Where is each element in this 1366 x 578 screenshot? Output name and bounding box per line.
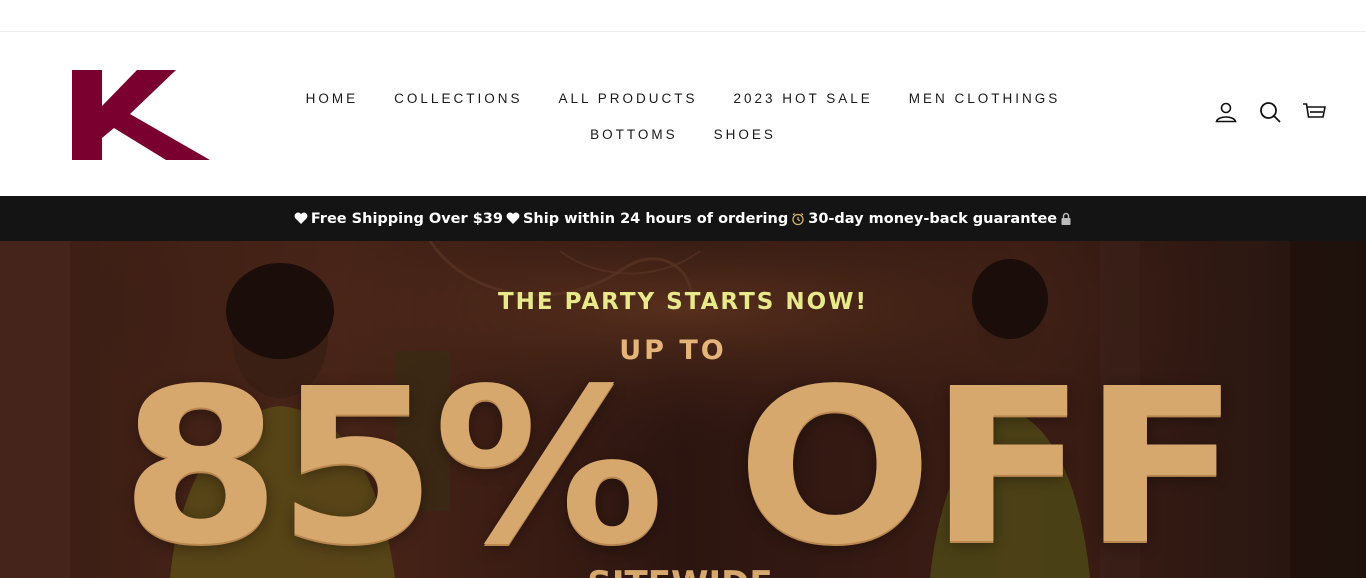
account-icon <box>1215 102 1237 123</box>
logo[interactable] <box>72 70 210 160</box>
nav-item-all-products[interactable]: ALL PRODUCTS <box>558 91 697 106</box>
heart-icon <box>506 212 520 225</box>
account-button[interactable] <box>1214 100 1238 124</box>
nav-row-secondary: BOTTOMS SHOES <box>280 116 1086 152</box>
search-button[interactable] <box>1258 100 1282 124</box>
nav-item-bottoms[interactable]: BOTTOMS <box>590 127 678 142</box>
header-utilities <box>1214 100 1326 124</box>
nav-item-collections[interactable]: COLLECTIONS <box>394 91 522 106</box>
site-header: HOME COLLECTIONS ALL PRODUCTS 2023 HOT S… <box>0 32 1366 196</box>
top-strip <box>0 0 1366 32</box>
alarm-clock-icon <box>791 212 805 226</box>
nav-row-primary: HOME COLLECTIONS ALL PRODUCTS 2023 HOT S… <box>280 80 1086 116</box>
lock-icon <box>1060 212 1072 225</box>
hero-partial-line: SITEWIDE <box>480 567 880 578</box>
search-icon <box>1260 102 1281 123</box>
nav-item-men-clothings[interactable]: MEN CLOTHINGS <box>909 91 1061 106</box>
main-navigation: HOME COLLECTIONS ALL PRODUCTS 2023 HOT S… <box>280 80 1086 152</box>
announcement-guarantee: 30-day money-back guarantee <box>808 210 1058 227</box>
nav-item-2023-hot-sale[interactable]: 2023 HOT SALE <box>733 91 872 106</box>
nav-item-shoes[interactable]: SHOES <box>714 127 776 142</box>
hero-headline: 85% OFF <box>120 343 1240 578</box>
nav-item-home[interactable]: HOME <box>306 91 359 106</box>
announcement-shipping-time: Ship within 24 hours of ordering <box>522 210 789 227</box>
cart-button[interactable] <box>1302 100 1326 124</box>
heart-icon <box>294 212 308 225</box>
logo-mark <box>72 70 210 160</box>
announcement-free-shipping: Free Shipping Over $39 <box>310 210 503 227</box>
hero-tagline: THE PARTY STARTS NOW! <box>497 289 869 315</box>
announcement-bar: Free Shipping Over $39 Ship within 24 ho… <box>0 196 1366 241</box>
hero-banner[interactable]: THE PARTY STARTS NOW! UP TO 85% OFF SITE… <box>0 241 1366 578</box>
cart-icon <box>1303 103 1326 118</box>
